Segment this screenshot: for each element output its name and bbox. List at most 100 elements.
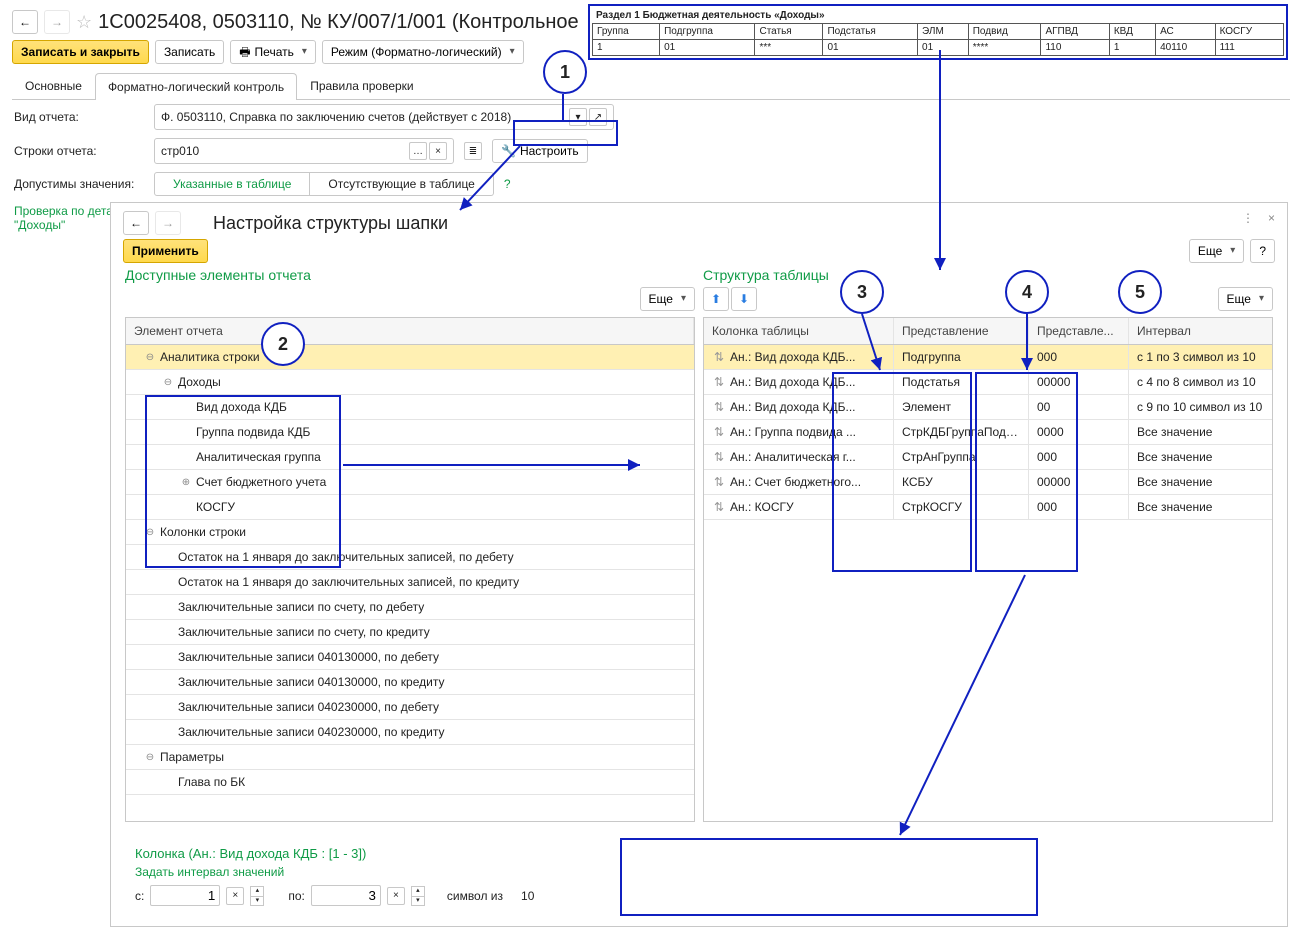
grid-row[interactable]: ⇅Ан.: Вид дохода КДБ... Подстатья00000с … <box>704 370 1272 395</box>
right-more-button[interactable]: Еще <box>1218 287 1273 311</box>
open-ref-icon[interactable]: ↗ <box>589 108 607 126</box>
panel-menu-icon[interactable]: ⋮ <box>1242 211 1254 225</box>
tree-toggle-icon[interactable]: ⊕ <box>180 477 192 488</box>
report-type-select[interactable]: Ф. 0503110, Справка по заключению счетов… <box>154 104 614 130</box>
tree-row[interactable]: Остаток на 1 января до заключительных за… <box>126 570 694 595</box>
ellipsis-icon[interactable]: … <box>409 142 427 160</box>
callout-3: 3 <box>840 270 884 314</box>
tree-label: Группа подвида КДБ <box>196 425 310 439</box>
tree-row[interactable]: Остаток на 1 января до заключительных за… <box>126 545 694 570</box>
interval-from-input[interactable] <box>150 885 220 906</box>
tree-row[interactable]: ⊖ Доходы <box>126 370 694 395</box>
report-rows-select[interactable]: стр010 … × <box>154 138 454 164</box>
table-structure-title: Структура таблицы <box>703 267 1273 283</box>
tree-toggle-icon[interactable]: ⊖ <box>144 752 156 763</box>
tree-row[interactable]: ⊖ Аналитика строки <box>126 345 694 370</box>
allowed-not-in-table-toggle[interactable]: Отсутствующие в таблице <box>310 172 493 196</box>
grid-row[interactable]: ⇅Ан.: Группа подвида ... СтрКДБГруппаПод… <box>704 420 1272 445</box>
tree-row[interactable]: Группа подвида КДБ <box>126 420 694 445</box>
mode-button[interactable]: Режим (Форматно-логический) <box>322 40 524 64</box>
clear-to-icon[interactable]: × <box>387 887 405 905</box>
tab-rules[interactable]: Правила проверки <box>297 72 426 99</box>
drag-handle-icon[interactable]: ⇅ <box>712 450 726 464</box>
panel-help-button[interactable]: ? <box>1250 239 1275 263</box>
tree-toggle-icon[interactable]: ⊖ <box>144 527 156 538</box>
tree-label: Доходы <box>178 375 221 389</box>
elements-tree[interactable]: Элемент отчета ⊖ Аналитика строки ⊖ Дохо… <box>125 317 695 822</box>
move-up-button[interactable]: ⬆ <box>703 287 729 311</box>
drag-handle-icon[interactable]: ⇅ <box>712 475 726 489</box>
save-and-close-button[interactable]: Записать и закрыть <box>12 40 149 64</box>
tree-row[interactable]: ⊖ Колонки строки <box>126 520 694 545</box>
interval-to-input[interactable] <box>311 885 381 906</box>
drag-handle-icon[interactable]: ⇅ <box>712 400 726 414</box>
tree-toggle-icon[interactable]: ⊖ <box>144 352 156 363</box>
preview-table: Раздел 1 Бюджетная деятельность «Доходы»… <box>588 4 1288 60</box>
tree-label: КОСГУ <box>196 500 235 514</box>
tree-label: Заключительные записи 040130000, по кред… <box>178 675 444 689</box>
tree-row[interactable]: Заключительные записи 040230000, по дебе… <box>126 695 694 720</box>
tab-main[interactable]: Основные <box>12 72 95 99</box>
interval-editor: Колонка (Ан.: Вид дохода КДБ : [1 - 3]) … <box>125 838 1273 914</box>
grid-row[interactable]: ⇅Ан.: КОСГУ СтрКОСГУ000Все значение <box>704 495 1272 520</box>
dropdown-icon[interactable]: ▾ <box>569 108 587 126</box>
close-icon[interactable]: × <box>1268 211 1275 225</box>
grid-row[interactable]: ⇅Ан.: Аналитическая г... СтрАнГруппа000В… <box>704 445 1272 470</box>
tree-row[interactable]: Заключительные записи 040230000, по кред… <box>126 720 694 745</box>
editor-title: Колонка (Ан.: Вид дохода КДБ : [1 - 3]) <box>135 846 1263 861</box>
report-type-label: Вид отчета: <box>14 110 144 124</box>
tree-label: Заключительные записи по счету, по креди… <box>178 625 430 639</box>
tree-row[interactable]: ⊕ Счет бюджетного учета <box>126 470 694 495</box>
tree-toggle-icon[interactable]: ⊖ <box>162 377 174 388</box>
tree-row[interactable]: Аналитическая группа <box>126 445 694 470</box>
print-button[interactable]: 🖶 Печать <box>230 40 316 64</box>
tree-row[interactable]: ⊖ Параметры <box>126 745 694 770</box>
from-spinner[interactable]: ▴▾ <box>250 886 264 906</box>
left-more-button[interactable]: Еще <box>640 287 695 311</box>
drag-handle-icon[interactable]: ⇅ <box>712 350 726 364</box>
grid-row[interactable]: ⇅Ан.: Счет бюджетного... КСБУ00000Все зн… <box>704 470 1272 495</box>
clear-icon[interactable]: × <box>429 142 447 160</box>
tree-row[interactable]: Глава по БК <box>126 770 694 795</box>
grid-row[interactable]: ⇅Ан.: Вид дохода КДБ... Подгруппа000с 1 … <box>704 345 1272 370</box>
callout-2: 2 <box>261 322 305 366</box>
structure-grid[interactable]: Колонка таблицы Представление Представле… <box>703 317 1273 822</box>
tree-label: Глава по БК <box>178 775 245 789</box>
callout-4: 4 <box>1005 270 1049 314</box>
drag-handle-icon[interactable]: ⇅ <box>712 375 726 389</box>
favorite-star-icon[interactable]: ☆ <box>76 12 92 33</box>
nav-forward[interactable]: → <box>44 10 70 34</box>
page-title: 1С0025408, 0503110, № КУ/007/1/001 (Конт… <box>98 11 579 34</box>
allowed-in-table-toggle[interactable]: Указанные в таблице <box>154 172 310 196</box>
tree-label: Заключительные записи по счету, по дебет… <box>178 600 424 614</box>
list-icon[interactable]: ≣ <box>464 142 482 160</box>
panel-more-button[interactable]: Еще <box>1189 239 1244 263</box>
nav-back[interactable]: ← <box>12 10 38 34</box>
panel-nav-forward[interactable]: → <box>155 211 181 235</box>
save-button[interactable]: Записать <box>155 40 224 64</box>
drag-handle-icon[interactable]: ⇅ <box>712 500 726 514</box>
panel-nav-back[interactable]: ← <box>123 211 149 235</box>
apply-button[interactable]: Применить <box>123 239 208 263</box>
configure-button[interactable]: 🔧 Настроить <box>492 139 588 163</box>
tree-row[interactable]: Заключительные записи по счету, по креди… <box>126 620 694 645</box>
grid-row[interactable]: ⇅Ан.: Вид дохода КДБ... Элемент00с 9 по … <box>704 395 1272 420</box>
clear-from-icon[interactable]: × <box>226 887 244 905</box>
tree-row[interactable]: Вид дохода КДБ <box>126 395 694 420</box>
wrench-icon: 🔧 <box>501 143 516 159</box>
allowed-values-label: Допустимы значения: <box>14 177 144 191</box>
tree-row[interactable]: Заключительные записи по счету, по дебет… <box>126 595 694 620</box>
tab-fl-control[interactable]: Форматно-логический контроль <box>95 73 297 100</box>
tree-label: Аналитическая группа <box>196 450 321 464</box>
tree-row[interactable]: Заключительные записи 040130000, по дебе… <box>126 645 694 670</box>
tree-row[interactable]: КОСГУ <box>126 495 694 520</box>
to-spinner[interactable]: ▴▾ <box>411 886 425 906</box>
help-link[interactable]: ? <box>504 177 511 191</box>
tree-label: Параметры <box>160 750 224 764</box>
drag-handle-icon[interactable]: ⇅ <box>712 425 726 439</box>
move-down-button[interactable]: ⬇ <box>731 287 757 311</box>
available-elements-title: Доступные элементы отчета <box>125 267 695 283</box>
panel-title: Настройка структуры шапки <box>213 213 448 234</box>
tree-label: Заключительные записи 040230000, по дебе… <box>178 700 439 714</box>
tree-row[interactable]: Заключительные записи 040130000, по кред… <box>126 670 694 695</box>
